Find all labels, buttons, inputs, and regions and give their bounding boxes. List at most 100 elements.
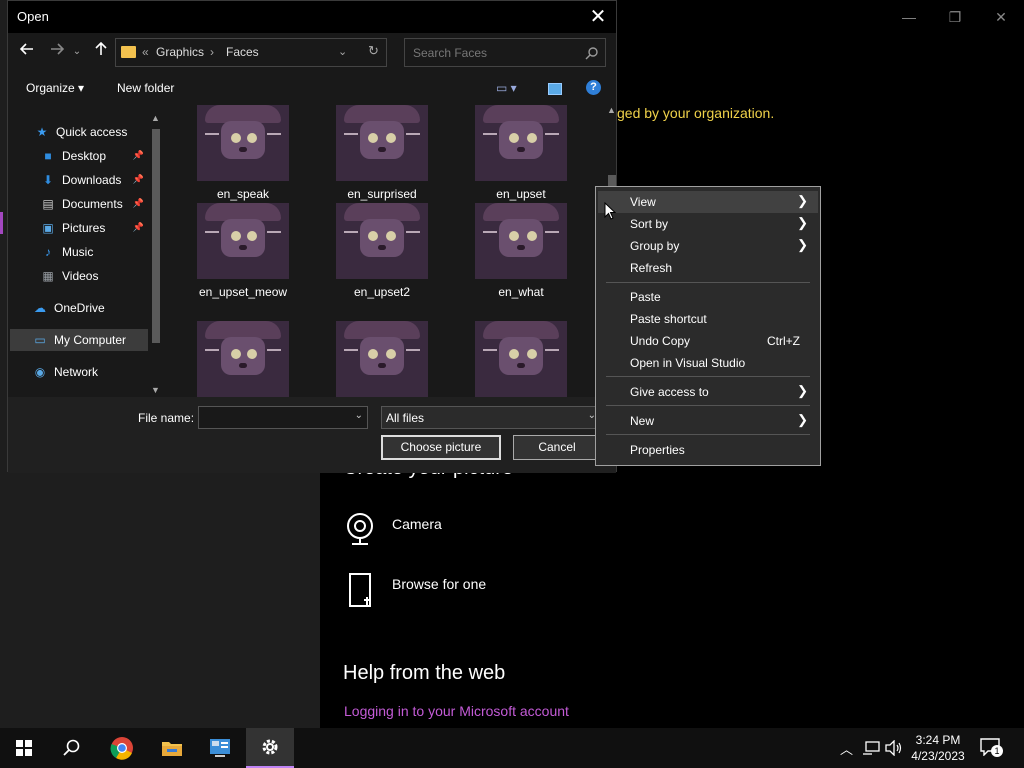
file-name-input[interactable]: ⌄ [198, 406, 368, 429]
new-folder-button[interactable]: New folder [117, 81, 174, 95]
thumbnail-whisker [406, 349, 420, 351]
up-button[interactable] [90, 41, 112, 63]
refresh-icon[interactable]: ↻ [368, 43, 379, 59]
settings-button[interactable] [246, 728, 294, 768]
file-item[interactable] [317, 321, 447, 397]
menu-item-paste-shortcut[interactable]: Paste shortcut [598, 308, 818, 330]
thumbnail-eye [527, 231, 537, 241]
breadcrumb-separator: › [210, 45, 214, 59]
sidebar-scrollbar[interactable]: ▲ ▼ [149, 113, 162, 395]
pin-icon: 📌 [132, 150, 144, 160]
folder-icon [121, 46, 136, 58]
menu-item-group-by[interactable]: Group by ❯ [598, 235, 818, 257]
menu-item-give-access-to[interactable]: Give access to ❯ [598, 381, 818, 403]
thumbnail-mouth [378, 245, 386, 250]
close-button[interactable]: ✕ [978, 6, 1024, 28]
camera-option[interactable]: Camera [344, 512, 442, 546]
menu-item-undo-copy[interactable]: Undo Copy Ctrl+Z [598, 330, 818, 352]
network-icon[interactable] [862, 740, 880, 756]
file-item[interactable] [178, 321, 308, 397]
chevron-right-icon: ❯ [797, 215, 808, 230]
file-type-select[interactable]: All files ⌄ [381, 406, 601, 429]
breadcrumb-overflow[interactable]: « [142, 45, 149, 59]
gear-icon [262, 739, 278, 755]
control-panel-button[interactable] [196, 728, 244, 768]
clock[interactable]: 3:24 PM 4/23/2023 [906, 732, 970, 764]
thumbnail-face [360, 219, 404, 257]
chrome-button[interactable] [98, 728, 146, 768]
menu-item-new[interactable]: New ❯ [598, 410, 818, 432]
sidebar-item-documents[interactable]: ▤ Documents 📌 [40, 193, 146, 215]
sidebar-item-my-computer[interactable]: ▭ My Computer [10, 329, 148, 351]
search-icon [63, 739, 80, 756]
notification-button[interactable]: 1 [980, 738, 1004, 758]
minimize-button[interactable]: — [886, 6, 932, 28]
thumbnail-whisker [267, 349, 281, 351]
file-name: en_upset2 [353, 285, 411, 299]
thumbnail-whisker [545, 133, 559, 135]
file-thumbnail [197, 105, 289, 181]
breadcrumb-graphics[interactable]: Graphics [156, 45, 204, 59]
search-button[interactable] [48, 728, 96, 768]
help-icon[interactable]: ? [586, 80, 601, 95]
choose-picture-button[interactable]: Choose picture [381, 435, 501, 460]
help-link[interactable]: Logging in to your Microsoft account [344, 703, 569, 719]
file-item[interactable]: en_what [456, 203, 586, 299]
file-item[interactable]: en_upset_meow [178, 203, 308, 299]
sidebar-item-desktop[interactable]: ■ Desktop 📌 [40, 145, 146, 167]
thumbnail-eye [368, 231, 378, 241]
scrollbar-thumb[interactable] [152, 129, 160, 343]
file-item[interactable]: en_upset [456, 105, 586, 201]
search-box[interactable]: Search Faces [404, 38, 606, 67]
view-options-icon[interactable]: ▭ ▾ [496, 81, 517, 95]
thumbnail-mouth [378, 363, 386, 368]
control-panel-icon [210, 739, 230, 757]
organize-button[interactable]: Organize ▾ [26, 81, 84, 95]
sidebar-item-downloads[interactable]: ⬇ Downloads 📌 [40, 169, 146, 191]
address-bar[interactable]: « Graphics › Faces ⌄ ↻ [115, 38, 387, 67]
context-menu: View ❯ Sort by ❯ Group by ❯ Refresh Paste Paste … [595, 186, 821, 466]
preview-pane-icon[interactable] [548, 83, 562, 95]
menu-item-paste[interactable]: Paste [598, 286, 818, 308]
menu-item-properties[interactable]: Properties [598, 439, 818, 461]
file-explorer-button[interactable] [148, 728, 196, 768]
thumbnail-whisker [344, 349, 358, 351]
thumbnail-eye [527, 133, 537, 143]
search-placeholder: Search Faces [413, 46, 488, 60]
menu-item-open-in-visual-studio[interactable]: Open in Visual Studio [598, 352, 818, 374]
breadcrumb-faces[interactable]: Faces [226, 45, 259, 59]
scroll-down-icon[interactable]: ▼ [151, 385, 160, 395]
scroll-up-icon[interactable]: ▲ [151, 113, 160, 123]
cancel-button[interactable]: Cancel [513, 435, 601, 460]
clock-time: 3:24 PM [915, 733, 961, 747]
start-button[interactable] [0, 728, 48, 768]
file-item[interactable]: en_upset2 [317, 203, 447, 299]
menu-item-refresh[interactable]: Refresh [598, 257, 818, 279]
sidebar-item-label: Videos [62, 269, 99, 283]
desktop-icon: ■ [44, 149, 52, 163]
file-item[interactable] [456, 321, 586, 397]
maximize-button[interactable]: ❐ [932, 6, 978, 28]
file-item[interactable]: en_surprised [317, 105, 447, 201]
sidebar-item-pictures[interactable]: ▣ Pictures 📌 [40, 217, 146, 239]
volume-icon[interactable] [885, 740, 903, 756]
chevron-down-icon[interactable]: ⌄ [355, 410, 363, 421]
address-dropdown-icon[interactable]: ⌄ [338, 45, 347, 58]
sidebar-item-label: Desktop [62, 149, 107, 163]
chevron-up-icon[interactable]: ︿ [840, 739, 853, 758]
browse-option[interactable]: Browse for one [344, 572, 486, 608]
thumbnail-eye [386, 133, 396, 143]
thumbnail-whisker [205, 231, 219, 233]
forward-arrow-icon [51, 43, 65, 55]
thumbnail-eye [231, 133, 241, 143]
dialog-close-button[interactable]: ✕ [586, 5, 610, 29]
menu-item-label: View [630, 195, 656, 209]
back-button[interactable] [16, 41, 38, 63]
forward-button[interactable] [46, 41, 68, 63]
recent-locations-button[interactable]: ⌄ [66, 41, 88, 63]
sidebar-item-label: Network [54, 365, 99, 379]
menu-item-view[interactable]: View ❯ [598, 191, 818, 213]
scroll-up-icon[interactable]: ▲ [607, 105, 616, 115]
menu-item-sort-by[interactable]: Sort by ❯ [598, 213, 818, 235]
file-item[interactable]: en_speak [178, 105, 308, 201]
